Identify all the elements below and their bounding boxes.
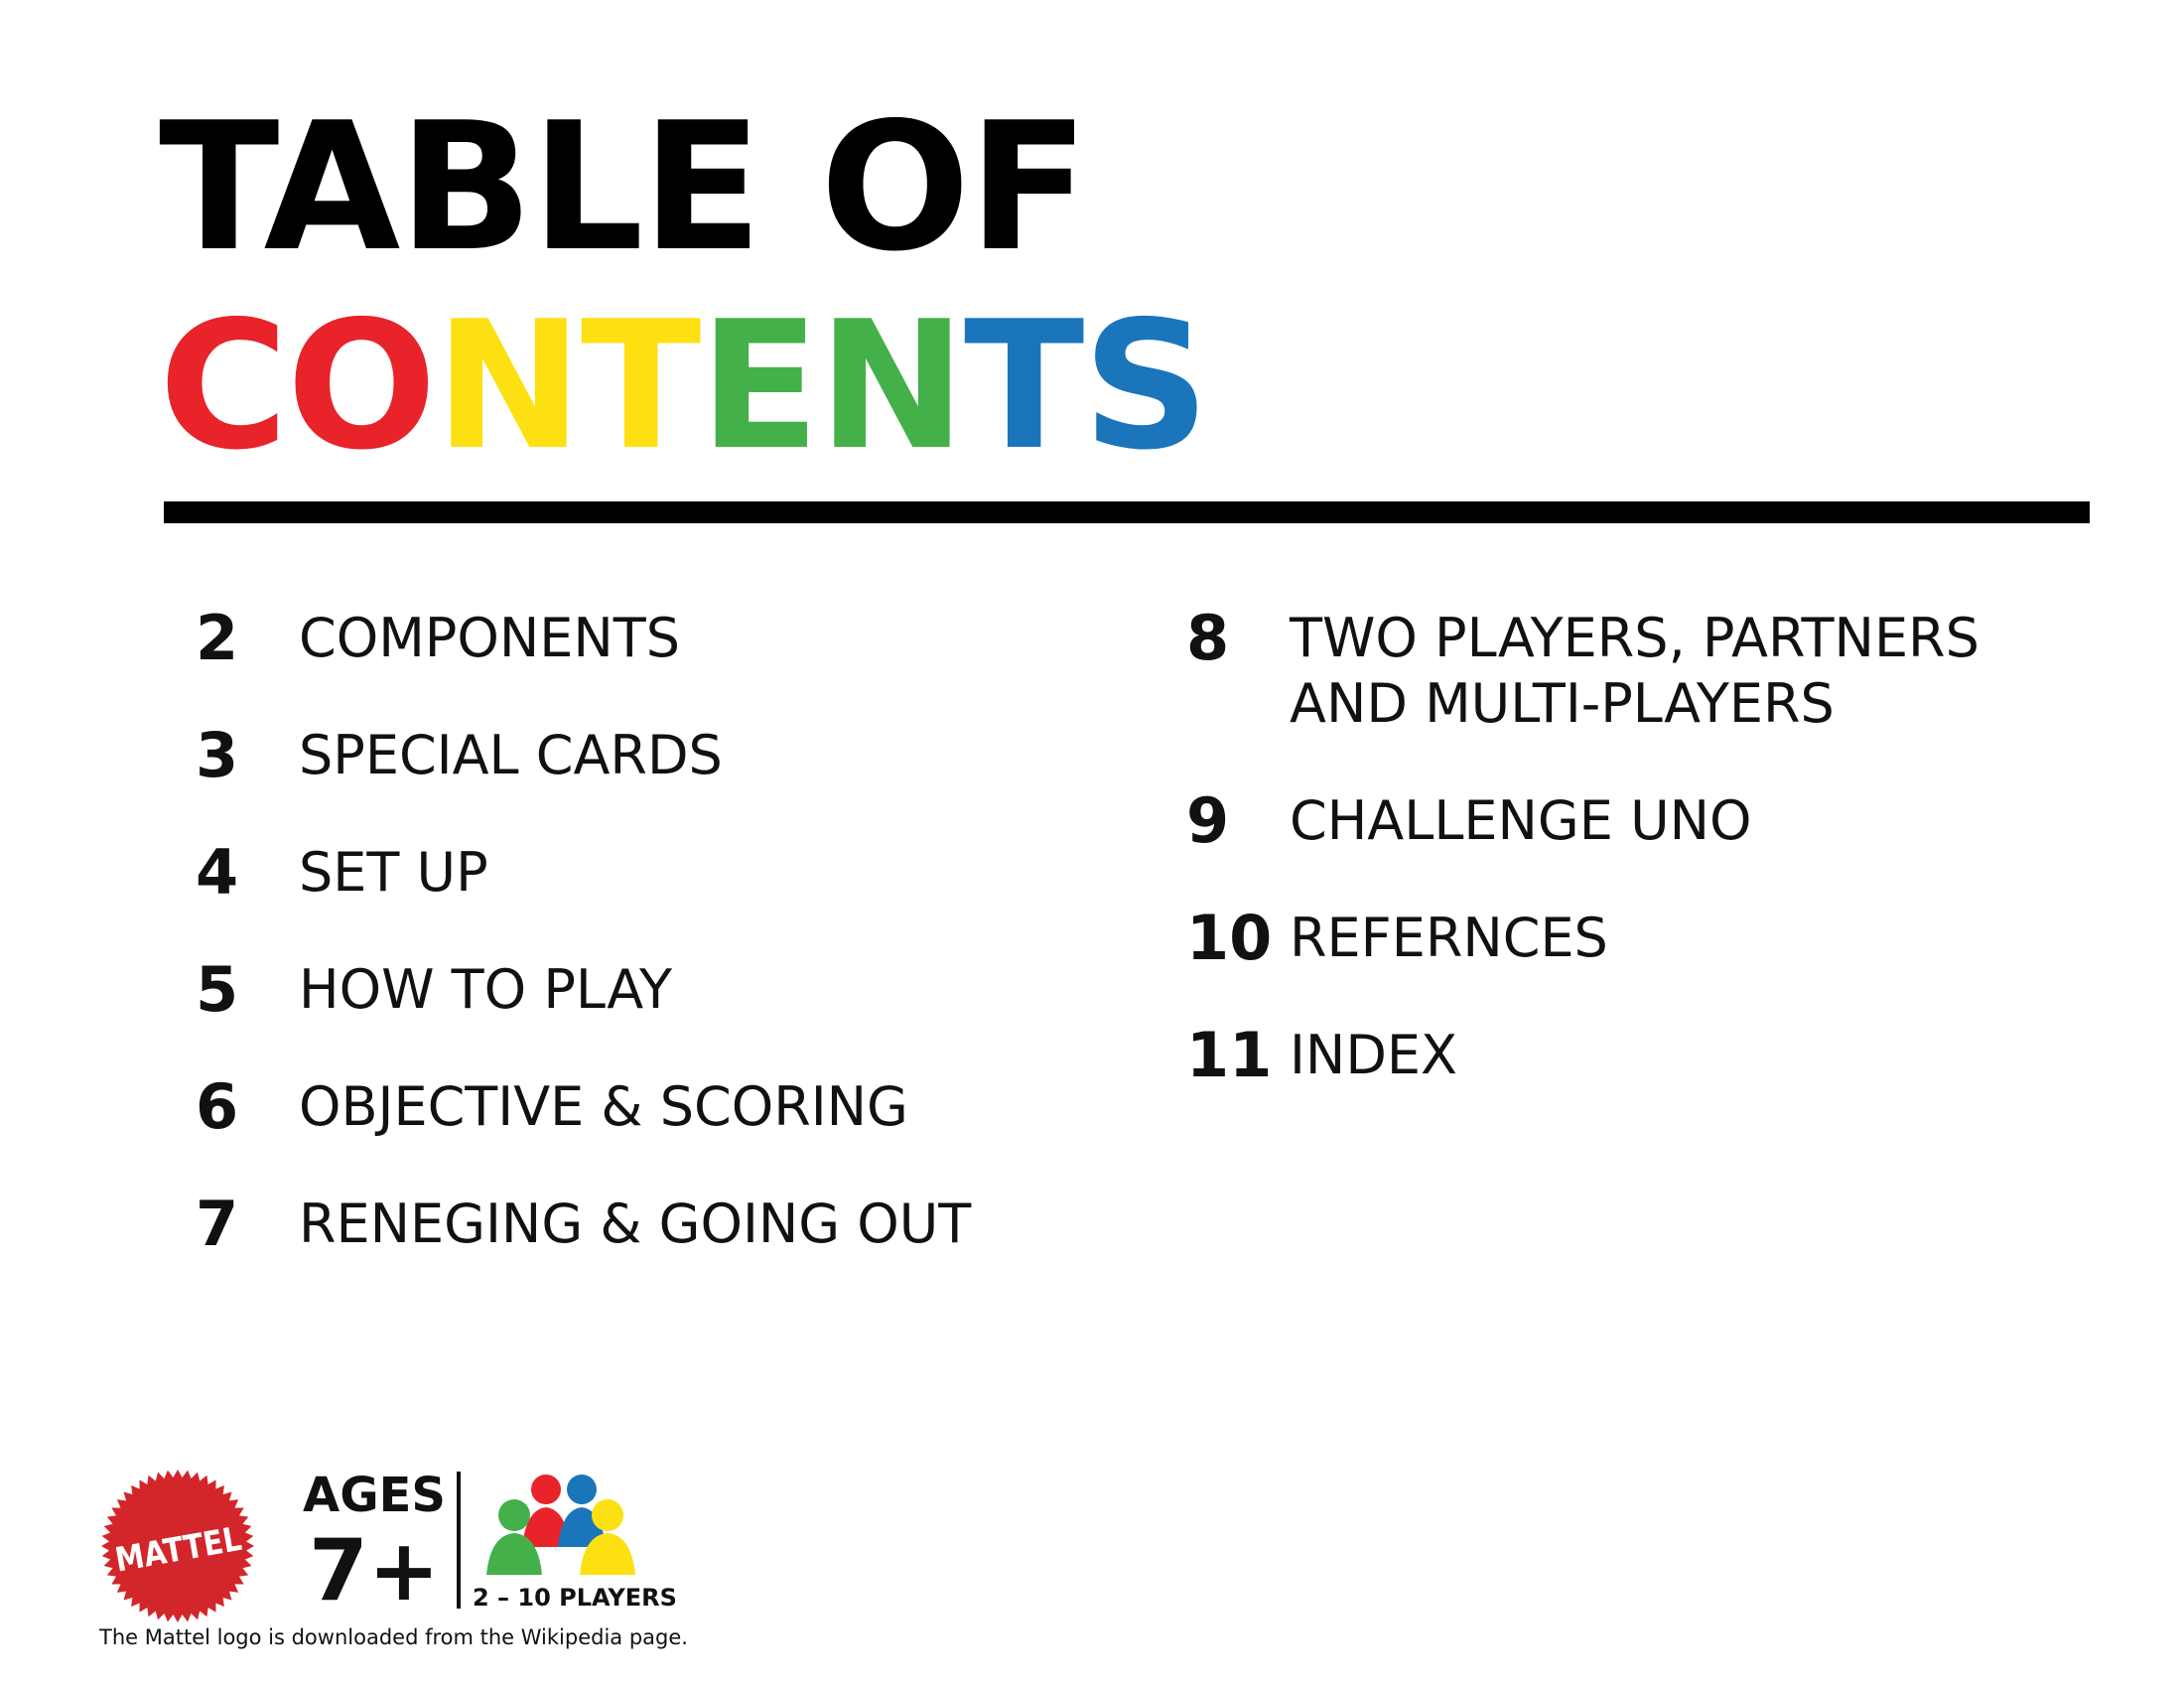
toc-left-column: 2 COMPONENTS 3 SPECIAL CARDS 4 SET UP 5 HOW TO … [196, 606, 1089, 1309]
title-letter: S [1082, 283, 1209, 489]
toc-entry: 3 SPECIAL CARDS [196, 723, 1089, 788]
title-letter: N [434, 283, 583, 489]
title-letter: N [817, 283, 966, 489]
toc-entry: 6 OBJECTIVE & SCORING [196, 1074, 1089, 1140]
title-divider [164, 501, 2090, 523]
toc-page-number: 6 [196, 1070, 239, 1143]
title-letter: O [286, 283, 437, 489]
toc-section-title: INDEX [1290, 1024, 1458, 1086]
toc-page-number: 7 [196, 1188, 239, 1260]
toc-page-number: 5 [196, 953, 239, 1026]
toc-entry: 2 COMPONENTS [196, 606, 1089, 671]
toc-page-number: 11 [1186, 1019, 1273, 1091]
toc-page-number: 10 [1186, 902, 1273, 974]
toc-entry: 10 REFERNCES [1186, 906, 2100, 971]
players-icon [486, 1475, 635, 1575]
toc-section-title: SET UP [299, 841, 488, 904]
toc-entry: 5 HOW TO PLAY [196, 957, 1089, 1023]
toc-section-title: HOW TO PLAY [299, 958, 672, 1021]
toc-entry: 9 CHALLENGE UNO [1186, 788, 2100, 854]
title-letter: T [580, 283, 701, 489]
title-letter: T [963, 283, 1084, 489]
toc-right-column: 8 TWO PLAYERS, PARTNERS AND MULTI-PLAYERS… [1186, 606, 2100, 1140]
title-line-1: TABLE OF [159, 84, 1089, 290]
toc-page-number: 2 [196, 602, 239, 674]
mattel-logo-icon: MATTEL [100, 1469, 255, 1623]
toc-section-title: OBJECTIVE & SCORING [299, 1075, 908, 1138]
ages-label: AGES [303, 1468, 446, 1523]
logo-credit: The Mattel logo is downloaded from the W… [99, 1625, 688, 1649]
title-letter: E [699, 283, 820, 489]
title-letter: C [159, 283, 289, 489]
toc-page-number: 8 [1186, 602, 1230, 674]
toc-entry: 8 TWO PLAYERS, PARTNERS AND MULTI-PLAYERS [1186, 606, 2100, 737]
toc-entry: 11 INDEX [1186, 1023, 2100, 1088]
ages-value: 7+ [309, 1521, 440, 1620]
toc-page-number: 3 [196, 719, 239, 791]
toc-section-title: TWO PLAYERS, PARTNERS AND MULTI-PLAYERS [1290, 607, 1979, 735]
toc-entry: 4 SET UP [196, 840, 1089, 906]
players-label: 2 – 10 PLAYERS [473, 1584, 677, 1612]
toc-section-title: SPECIAL CARDS [299, 724, 723, 786]
title-line-2: CONTENTS [159, 298, 1210, 475]
toc-section-title: COMPONENTS [299, 607, 681, 669]
toc-page-number: 4 [196, 836, 239, 909]
age-rating: AGES 7+ [300, 1468, 449, 1618]
footer-divider [457, 1472, 461, 1609]
toc-page-number: 9 [1186, 784, 1230, 857]
toc-section-title: CHALLENGE UNO [1290, 789, 1752, 852]
toc-entry: 7 RENEGING & GOING OUT [196, 1192, 1089, 1257]
toc-section-title: REFERNCES [1290, 907, 1608, 969]
toc-section-title: RENEGING & GOING OUT [299, 1193, 972, 1255]
